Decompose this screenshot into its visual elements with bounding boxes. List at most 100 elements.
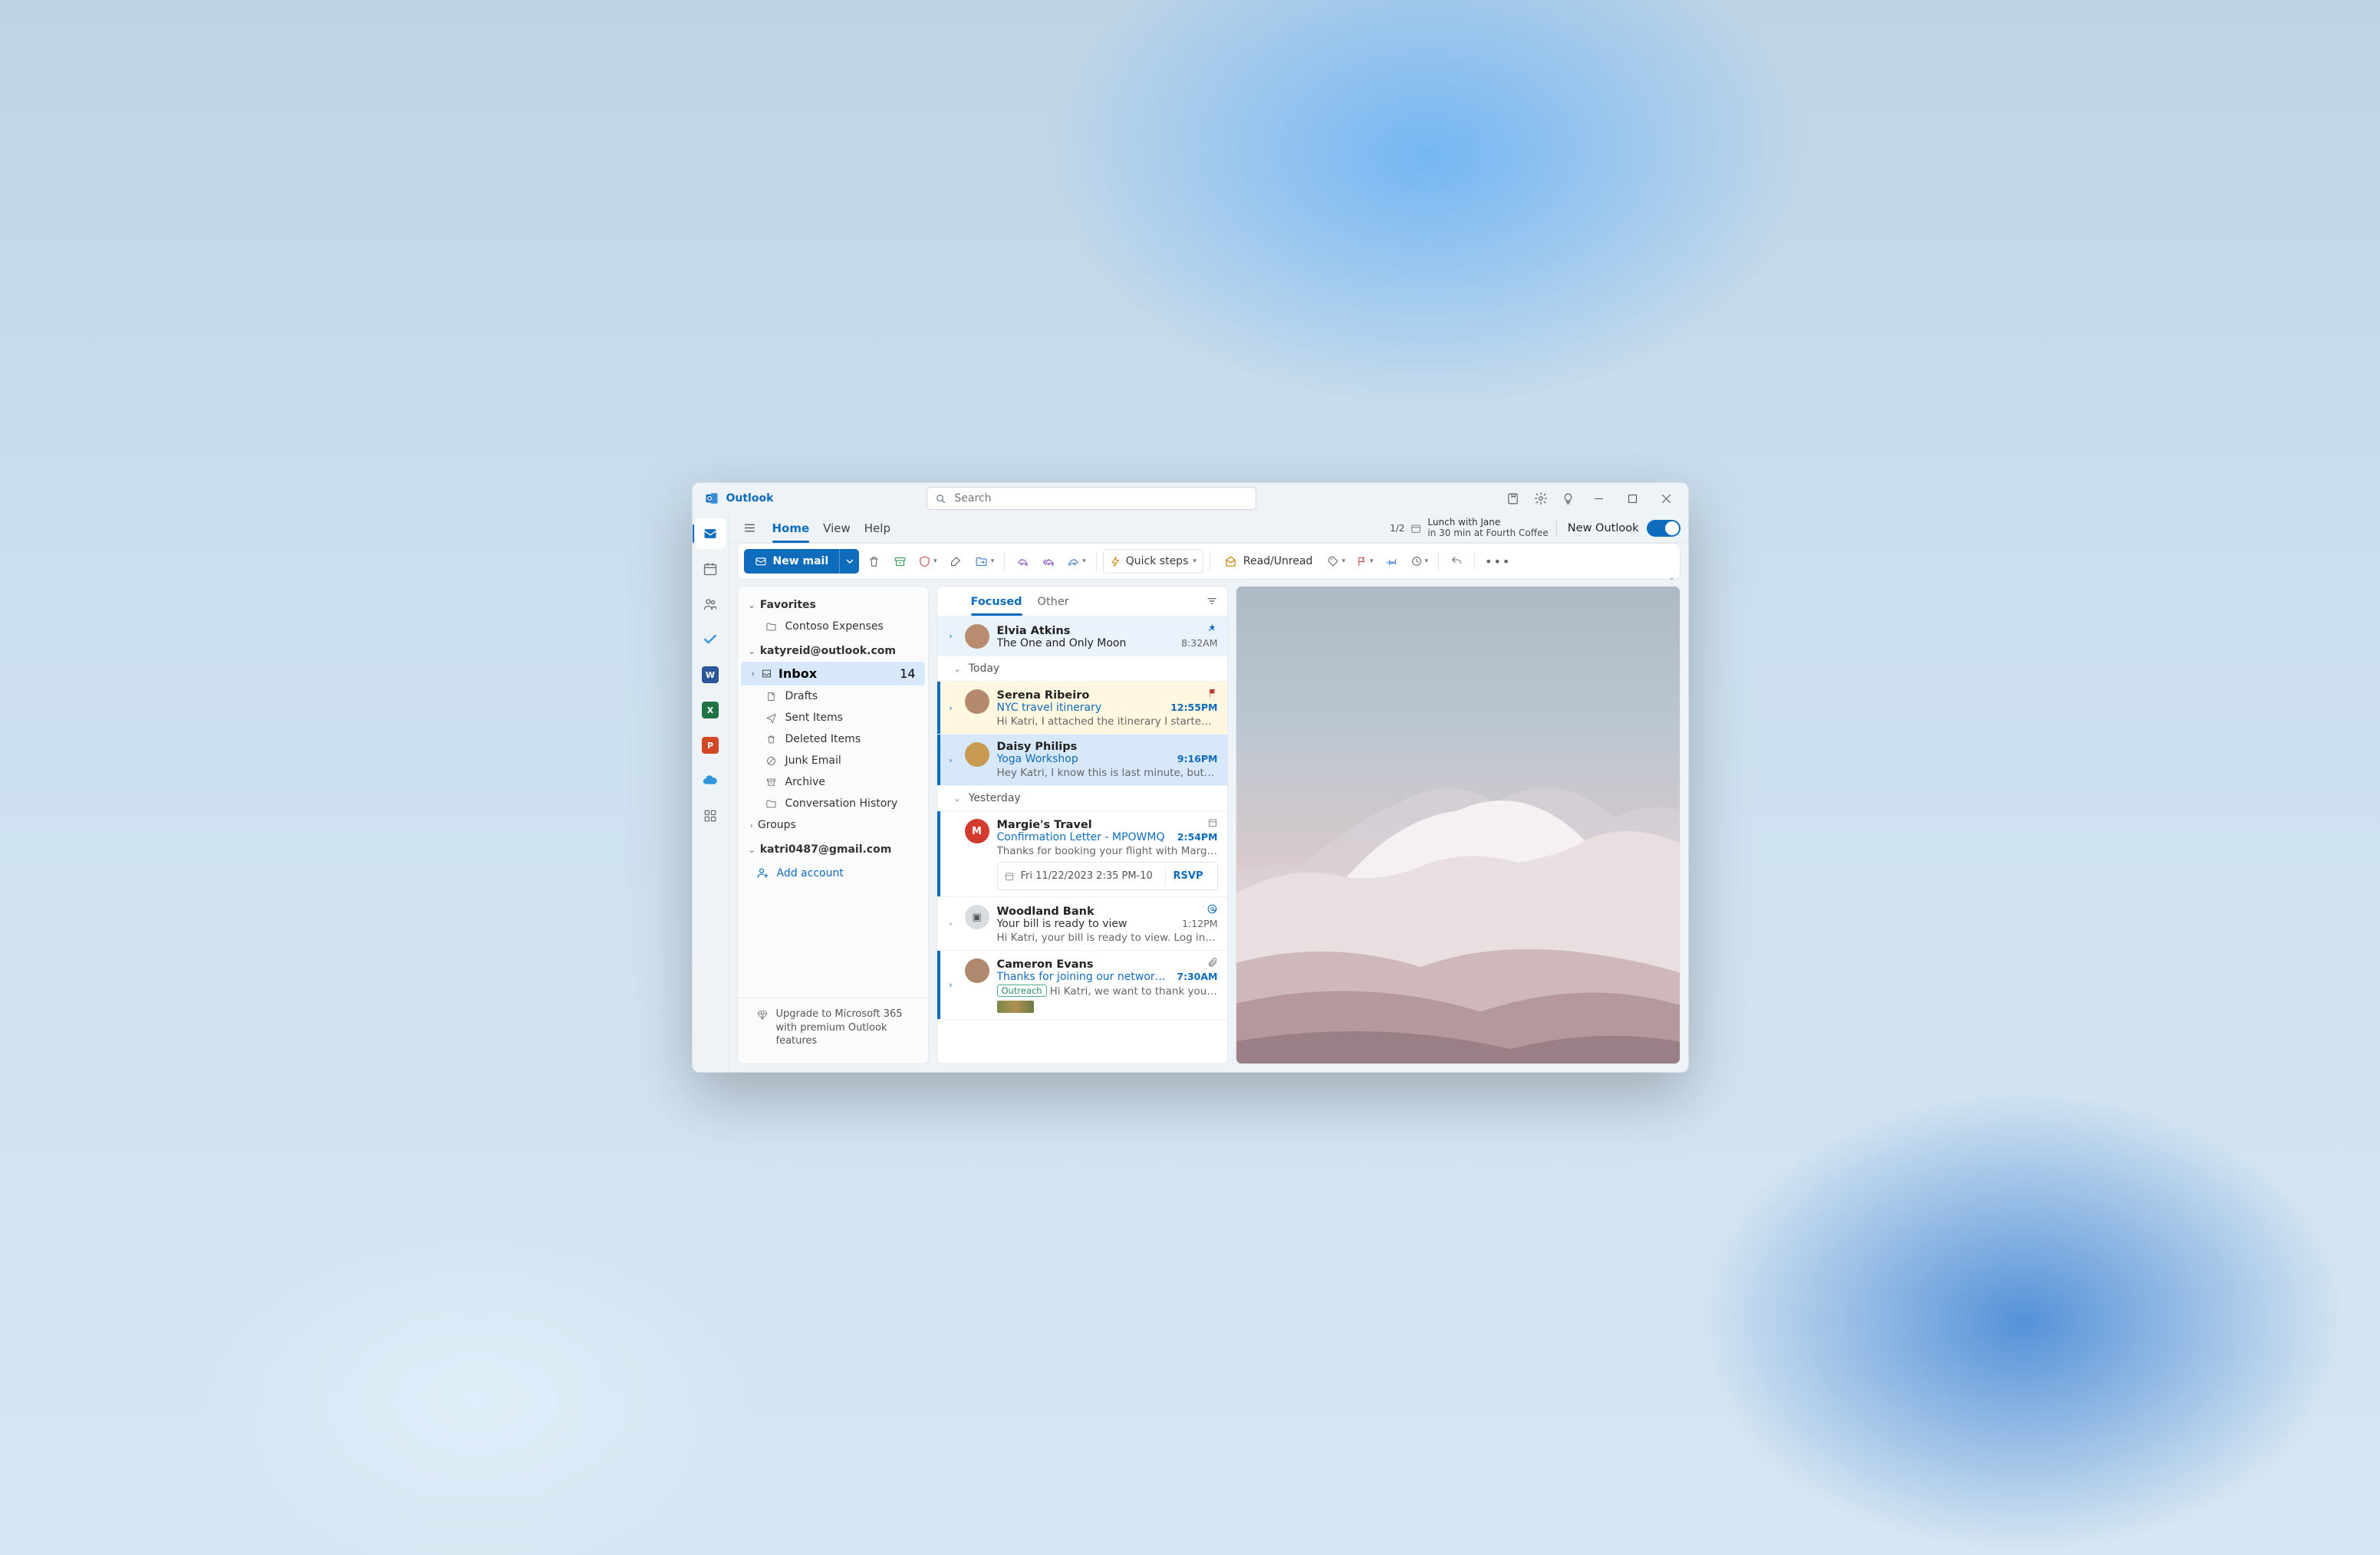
group-today[interactable]: ⌄Today xyxy=(937,656,1227,682)
inbox-count: 14 xyxy=(900,666,915,681)
hamburger-icon xyxy=(743,521,756,534)
more-button[interactable]: ••• xyxy=(1481,549,1515,574)
message-list: Focused Other › Elvia Atkins xyxy=(937,586,1228,1064)
bulb-icon xyxy=(1562,492,1575,505)
archive-button[interactable] xyxy=(888,549,911,574)
tab-other[interactable]: Other xyxy=(1038,593,1069,616)
message-item[interactable]: › Elvia Atkins The One and Only Moon8:32… xyxy=(937,616,1227,656)
folder-conversation-history[interactable]: Conversation History xyxy=(741,793,925,814)
mention-icon xyxy=(1206,903,1218,915)
account-2-header[interactable]: ⌄katri0487@gmail.com xyxy=(738,839,928,860)
snooze-button[interactable]: ▾ xyxy=(1407,549,1433,574)
message-item[interactable]: › ▣ Woodland Bank Your bill is ready to … xyxy=(937,897,1227,951)
sweep-button[interactable] xyxy=(944,549,967,574)
new-mail-dropdown[interactable] xyxy=(839,549,859,574)
flag-button[interactable]: ▾ xyxy=(1352,549,1378,574)
message-item[interactable]: › Cameron Evans Thanks for joining our n… xyxy=(937,951,1227,1020)
account-1-header[interactable]: ⌄katyreid@outlook.com xyxy=(738,640,928,662)
expand-conversation[interactable]: › xyxy=(945,755,957,765)
pin-indicator-icon xyxy=(1206,623,1218,634)
folder-drafts[interactable]: Drafts xyxy=(741,685,925,707)
mail-plus-icon xyxy=(755,555,767,567)
add-account-button[interactable]: Add account xyxy=(738,860,928,886)
expand-conversation[interactable]: › xyxy=(945,703,957,713)
reminder-sub: in 30 min at Fourth Coffee xyxy=(1427,528,1548,539)
rsvp-button[interactable]: RSVP xyxy=(1165,867,1211,885)
outlook-logo-icon xyxy=(705,491,719,505)
expand-conversation[interactable]: › xyxy=(945,631,957,641)
titlebar-right xyxy=(1499,483,1684,514)
calendar-reminder[interactable]: 1/2 Lunch with Jane in 30 min at Fourth … xyxy=(1390,518,1549,539)
move-button[interactable]: ▾ xyxy=(970,549,999,574)
rail-people[interactable] xyxy=(695,589,726,620)
tag-icon xyxy=(1327,555,1339,567)
new-mail-split-button: New mail xyxy=(744,549,860,574)
expand-conversation[interactable]: › xyxy=(945,919,957,929)
favorites-header[interactable]: ⌄Favorites xyxy=(738,594,928,616)
reply-all-icon xyxy=(1042,555,1056,568)
new-outlook-toggle[interactable] xyxy=(1647,520,1680,537)
pin-button[interactable] xyxy=(1381,549,1404,574)
undo-button[interactable] xyxy=(1445,549,1468,574)
rail-word[interactable]: W xyxy=(695,659,726,690)
chevron-down-icon xyxy=(846,557,854,565)
groups-header[interactable]: ›Groups xyxy=(738,814,928,836)
tag-button[interactable]: ▾ xyxy=(1323,549,1349,574)
tips-button[interactable] xyxy=(1555,485,1582,512)
message-item[interactable]: › Serena Ribeiro NYC travel itinerary12:… xyxy=(937,682,1227,735)
new-mail-button[interactable]: New mail xyxy=(744,549,840,574)
forward-button[interactable]: ▾ xyxy=(1063,549,1090,574)
message-item[interactable]: › Daisy Philips Yoga Workshop9:16PM Hey … xyxy=(937,735,1227,786)
message-item[interactable]: M Margie's Travel Confirmation Letter - … xyxy=(937,811,1227,897)
expand-conversation[interactable]: › xyxy=(945,980,957,990)
folder-sent[interactable]: Sent Items xyxy=(741,707,925,728)
delete-button[interactable] xyxy=(862,549,885,574)
shield-icon xyxy=(918,555,931,568)
tab-focused[interactable]: Focused xyxy=(971,593,1022,616)
folder-contoso-expenses[interactable]: Contoso Expenses xyxy=(741,616,925,637)
rail-excel[interactable]: X xyxy=(695,695,726,725)
read-unread-button[interactable]: Read/Unread xyxy=(1216,549,1321,574)
folder-archive[interactable]: Archive xyxy=(741,771,925,793)
settings-button[interactable] xyxy=(1527,485,1555,512)
mountain-scene-icon xyxy=(1236,706,1680,1064)
reply-all-button[interactable] xyxy=(1037,549,1060,574)
reply-button[interactable] xyxy=(1011,549,1034,574)
message-scroll[interactable]: › Elvia Atkins The One and Only Moon8:32… xyxy=(937,616,1227,1064)
notes-button[interactable] xyxy=(1499,485,1527,512)
ribbon-expand-chevron[interactable]: ⌄ xyxy=(1668,574,1674,582)
search-box[interactable] xyxy=(927,487,1256,510)
attachment-thumbnail[interactable] xyxy=(997,1001,1034,1013)
rail-todo[interactable] xyxy=(695,624,726,655)
apps-icon xyxy=(703,809,717,823)
rail-mail[interactable] xyxy=(695,518,726,549)
mail-icon xyxy=(703,526,718,541)
folder-junk[interactable]: Junk Email xyxy=(741,750,925,771)
avatar xyxy=(965,742,989,767)
avatar: ▣ xyxy=(965,905,989,929)
rsvp-card: Fri 11/22/2023 2:35 PM-10 RSVP xyxy=(997,862,1218,890)
rail-onedrive[interactable] xyxy=(695,765,726,796)
quick-steps-button[interactable]: Quick steps ▾ xyxy=(1103,549,1203,574)
outlook-window: Outlook W X P xyxy=(692,482,1689,1073)
rail-more-apps[interactable] xyxy=(695,801,726,831)
tab-home[interactable]: Home xyxy=(772,518,810,538)
upgrade-banner[interactable]: Upgrade to Microsoft 365 with premium Ou… xyxy=(738,998,928,1057)
rail-powerpoint[interactable]: P xyxy=(695,730,726,761)
calendar-tiny-icon xyxy=(1004,871,1015,882)
rail-calendar[interactable] xyxy=(695,554,726,584)
search-input[interactable] xyxy=(954,492,1248,505)
message-preview: OutreachHi Katri, we want to thank you f… xyxy=(997,985,1218,998)
hamburger-button[interactable] xyxy=(737,515,763,541)
maximize-button[interactable] xyxy=(1616,483,1650,514)
tab-help[interactable]: Help xyxy=(864,518,890,538)
filter-button[interactable] xyxy=(1206,595,1218,613)
folder-deleted[interactable]: Deleted Items xyxy=(741,728,925,750)
folder-inbox[interactable]: › Inbox 14 xyxy=(741,662,925,685)
minimize-button[interactable] xyxy=(1582,483,1616,514)
group-yesterday[interactable]: ⌄Yesterday xyxy=(937,786,1227,811)
new-outlook-label: New Outlook xyxy=(1568,522,1639,534)
close-button[interactable] xyxy=(1650,483,1684,514)
tab-view[interactable]: View xyxy=(823,518,851,538)
report-button[interactable]: ▾ xyxy=(914,549,941,574)
